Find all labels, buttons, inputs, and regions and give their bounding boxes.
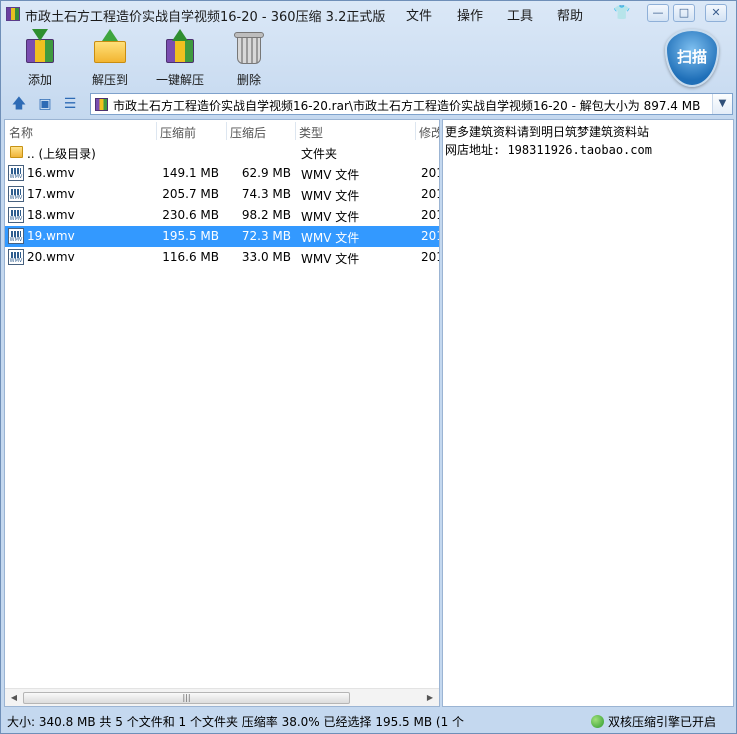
toolbar: 添加 解压到 一键解压 删除	[1, 27, 736, 91]
table-row[interactable]: 16.wmv 149.1 MB 62.9 MB WMV 文件 201	[5, 163, 439, 184]
address-path: 市政土石方工程造价实战自学视频16-20.rar\市政土石方工程造价实战自学视频…	[113, 99, 701, 113]
engine-status: 双核压缩引擎已开启	[591, 713, 716, 730]
chevron-down-icon[interactable]: ▼	[712, 94, 732, 114]
one-click-extract-label: 一键解压	[155, 73, 204, 87]
table-row[interactable]: 19.wmv 195.5 MB 72.3 MB WMV 文件 201	[5, 226, 439, 247]
extract-folder-icon	[92, 29, 128, 65]
cell-date: 201	[421, 250, 439, 264]
cell-unpacked: 98.2 MB	[241, 208, 291, 222]
cell-unpacked: 72.3 MB	[241, 229, 291, 243]
extract-to-button[interactable]: 解压到	[80, 29, 140, 88]
cell-name: .. (上级目录)	[27, 147, 96, 161]
cell-name: 17.wmv	[27, 187, 75, 201]
delete-label: 删除	[236, 73, 261, 87]
delete-button[interactable]: 删除	[219, 29, 279, 88]
column-packed[interactable]: 压缩前	[160, 124, 196, 141]
wmv-file-icon	[8, 207, 24, 223]
horizontal-scrollbar[interactable]: ◀ ||| ▶	[5, 688, 439, 706]
window-title: 市政土石方工程造价实战自学视频16-20 - 360压缩 3.2正式版	[25, 10, 386, 25]
scan-shield-icon: 扫描	[665, 29, 719, 87]
wmv-file-icon	[8, 165, 24, 181]
menu-help[interactable]: 帮助	[557, 5, 583, 24]
wmv-file-icon	[8, 186, 24, 202]
menu-file[interactable]: 文件	[406, 5, 432, 24]
address-row: 🡅 ▣ ☰ 市政土石方工程造价实战自学视频16-20.rar\市政土石方工程造价…	[1, 91, 736, 117]
skin-shirt-icon[interactable]: 👕	[613, 5, 631, 21]
cell-packed: 116.6 MB	[162, 250, 219, 264]
table-row[interactable]: 17.wmv 205.7 MB 74.3 MB WMV 文件 201	[5, 184, 439, 205]
add-button-label: 添加	[27, 73, 52, 87]
file-list-header: 名称 压缩前 压缩后 类型 修改	[5, 120, 439, 142]
scroll-left-icon[interactable]: ◀	[7, 691, 21, 705]
up-arrow-icon[interactable]: 🡅	[11, 96, 27, 112]
cell-type: WMV 文件	[301, 210, 360, 224]
one-click-extract-icon	[162, 29, 198, 65]
file-list-pane: 名称 压缩前 压缩后 类型 修改 .. (上级目录) 文件夹 16.wmv 149.1…	[4, 119, 440, 707]
cell-unpacked: 74.3 MB	[241, 187, 291, 201]
wmv-file-icon	[8, 249, 24, 265]
cell-type: WMV 文件	[301, 231, 360, 245]
menu-tools[interactable]: 工具	[507, 5, 533, 24]
comment-pane: 更多建筑资料请到明日筑梦建筑资料站 网店地址: 198311926.taobao…	[442, 119, 734, 707]
list-view-icon[interactable]: ☰	[62, 96, 78, 112]
table-row[interactable]: .. (上级目录) 文件夹	[5, 142, 439, 163]
app-window: 市政土石方工程造价实战自学视频16-20 - 360压缩 3.2正式版 文件 操…	[0, 0, 737, 734]
scroll-right-icon[interactable]: ▶	[423, 691, 437, 705]
extract-to-label: 解压到	[91, 73, 128, 87]
cell-unpacked: 33.0 MB	[241, 250, 291, 264]
app-logo-icon	[6, 7, 20, 21]
column-unpacked[interactable]: 压缩后	[230, 124, 266, 141]
cell-packed: 149.1 MB	[162, 166, 219, 180]
title-bar: 市政土石方工程造价实战自学视频16-20 - 360压缩 3.2正式版 文件 操…	[1, 1, 736, 27]
column-modified[interactable]: 修改	[419, 124, 439, 141]
cell-type: WMV 文件	[301, 168, 360, 182]
wmv-file-icon	[8, 228, 24, 244]
add-button[interactable]: 添加	[10, 29, 70, 88]
cell-name: 18.wmv	[27, 208, 75, 222]
table-row[interactable]: 18.wmv 230.6 MB 98.2 MB WMV 文件 201	[5, 205, 439, 226]
dual-core-engine-icon	[591, 715, 604, 728]
address-bar[interactable]: 市政土石方工程造价实战自学视频16-20.rar\市政土石方工程造价实战自学视频…	[90, 93, 733, 115]
one-click-extract-button[interactable]: 一键解压	[150, 29, 210, 88]
cell-packed: 195.5 MB	[162, 229, 219, 243]
status-bar: 大小: 340.8 MB 共 5 个文件和 1 个文件夹 压缩率 38.0% 已…	[1, 709, 736, 733]
thumbnail-view-icon[interactable]: ▣	[37, 96, 53, 112]
folder-icon	[10, 146, 23, 158]
scrollbar-thumb[interactable]: |||	[23, 692, 350, 704]
cell-date: 201	[421, 208, 439, 222]
engine-status-label: 双核压缩引擎已开启	[608, 715, 717, 729]
cell-name: 16.wmv	[27, 166, 75, 180]
cell-type: 文件夹	[301, 147, 338, 161]
cell-type: WMV 文件	[301, 252, 360, 266]
cell-packed: 230.6 MB	[162, 208, 219, 222]
status-info: 大小: 340.8 MB 共 5 个文件和 1 个文件夹 压缩率 38.0% 已…	[7, 715, 465, 729]
minimize-button[interactable]: —	[647, 4, 669, 22]
cell-date: 201	[421, 229, 439, 243]
maximize-button[interactable]: □	[673, 4, 695, 22]
comment-line-2: 网店地址: 198311926.taobao.com	[445, 143, 652, 157]
column-type[interactable]: 类型	[299, 124, 323, 141]
cell-type: WMV 文件	[301, 189, 360, 203]
trash-bin-icon	[231, 29, 267, 65]
cell-date: 201	[421, 166, 439, 180]
cell-packed: 205.7 MB	[162, 187, 219, 201]
cell-name: 19.wmv	[27, 229, 75, 243]
column-name[interactable]: 名称	[9, 124, 33, 141]
scan-button[interactable]: 扫描	[665, 29, 719, 89]
table-row[interactable]: 20.wmv 116.6 MB 33.0 MB WMV 文件 201	[5, 247, 439, 268]
cell-date: 201	[421, 187, 439, 201]
menu-operation[interactable]: 操作	[457, 5, 483, 24]
close-button[interactable]: ✕	[705, 4, 727, 22]
cell-name: 20.wmv	[27, 250, 75, 264]
cell-unpacked: 62.9 MB	[241, 166, 291, 180]
rar-archive-icon	[95, 98, 108, 111]
add-archive-icon	[22, 29, 58, 65]
comment-line-1: 更多建筑资料请到明日筑梦建筑资料站	[445, 125, 650, 139]
